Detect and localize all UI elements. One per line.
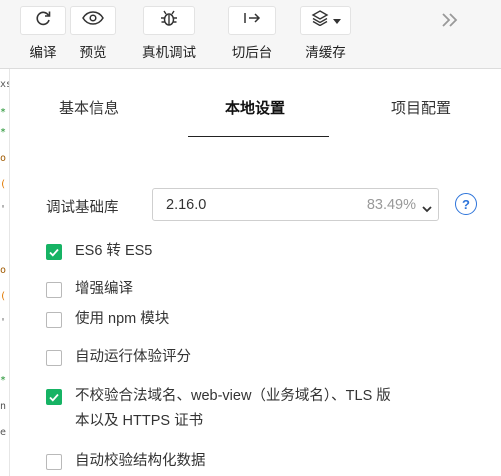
auto-experience-score-label: 自动运行体验评分 — [75, 349, 191, 365]
switch-background-button[interactable]: 切后台 — [228, 6, 276, 61]
layers-icon — [311, 10, 329, 31]
structured-data-checkbox[interactable] — [46, 454, 62, 470]
bug-icon — [160, 9, 178, 32]
switch-background-icon-box[interactable] — [228, 6, 276, 35]
option-enhanced-compile[interactable]: 增强编译 — [46, 281, 133, 302]
settings-panel: 基本信息 本地设置 项目配置 调试基础库 2.16.0 83.49% ? ES6… — [10, 69, 501, 476]
enhanced-compile-checkbox[interactable] — [46, 282, 62, 298]
more-tools-button[interactable] — [438, 10, 462, 34]
preview-icon-box[interactable] — [70, 6, 116, 35]
double-chevron-right-icon — [441, 12, 459, 32]
skip-domain-check-label: 不校验合法域名、web-view（业务域名）、TLS 版 本以及 HTTPS 证… — [75, 384, 391, 434]
option-skip-domain-check[interactable]: 不校验合法域名、web-view（业务域名）、TLS 版 本以及 HTTPS 证… — [46, 388, 391, 434]
npm-module-checkbox[interactable] — [46, 312, 62, 328]
compile-icon-box[interactable] — [20, 6, 66, 35]
option-npm-module[interactable]: 使用 npm 模块 — [46, 311, 169, 332]
base-library-select[interactable]: 2.16.0 83.49% — [152, 188, 439, 221]
remote-debug-button[interactable]: 真机调试 — [142, 6, 196, 61]
option-es6-to-es5[interactable]: ES6 转 ES5 — [46, 243, 152, 264]
structured-data-label: 自动校验结构化数据 — [75, 453, 206, 469]
caret-down-icon — [332, 12, 341, 30]
switch-background-label: 切后台 — [231, 45, 273, 60]
base-library-label: 调试基础库 — [46, 200, 119, 216]
skip-domain-check-checkbox[interactable] — [46, 389, 62, 405]
es6-checkbox[interactable] — [46, 244, 62, 260]
tab-project-config[interactable]: 项目配置 — [391, 97, 451, 118]
remote-debug-label: 真机调试 — [142, 45, 196, 60]
tab-local-settings[interactable]: 本地设置 — [225, 97, 285, 118]
option-auto-experience-score[interactable]: 自动运行体验评分 — [46, 349, 191, 370]
compile-button[interactable]: 编译 — [20, 6, 66, 61]
skip-domain-check-line2: 本以及 HTTPS 证书 — [75, 413, 204, 429]
preview-label: 预览 — [79, 45, 107, 60]
editor-strip: xs * * o ( ' o ( ' * n e — [0, 69, 10, 476]
es6-label: ES6 转 ES5 — [75, 243, 153, 259]
npm-module-label: 使用 npm 模块 — [75, 311, 170, 327]
clear-cache-button[interactable]: 清缓存 — [300, 6, 351, 61]
base-library-version: 2.16.0 — [166, 197, 207, 213]
eye-icon — [82, 11, 104, 30]
help-icon[interactable]: ? — [455, 193, 477, 215]
auto-experience-score-checkbox[interactable] — [46, 350, 62, 366]
compile-label: 编译 — [29, 45, 57, 60]
clear-cache-label: 清缓存 — [305, 45, 346, 60]
clear-cache-icon-box[interactable] — [300, 6, 351, 35]
base-library-percentage: 83.49% — [366, 197, 416, 213]
enhanced-compile-label: 增强编译 — [75, 281, 133, 297]
active-tab-indicator — [188, 136, 329, 137]
skip-domain-check-line1: 不校验合法域名、web-view（业务域名）、TLS 版 — [75, 388, 391, 404]
switch-background-icon — [243, 11, 261, 30]
remote-debug-icon-box[interactable] — [143, 6, 195, 35]
chevron-down-icon — [422, 200, 432, 218]
tab-basic-info[interactable]: 基本信息 — [59, 97, 119, 118]
option-auto-validate-structured-data[interactable]: 自动校验结构化数据 — [46, 453, 206, 474]
refresh-icon — [34, 9, 52, 32]
toolbar: 编译 预览 真机调试 切后台 清缓存 — [0, 0, 501, 69]
settings-tabs: 基本信息 本地设置 项目配置 — [10, 69, 501, 137]
preview-button[interactable]: 预览 — [70, 6, 116, 61]
